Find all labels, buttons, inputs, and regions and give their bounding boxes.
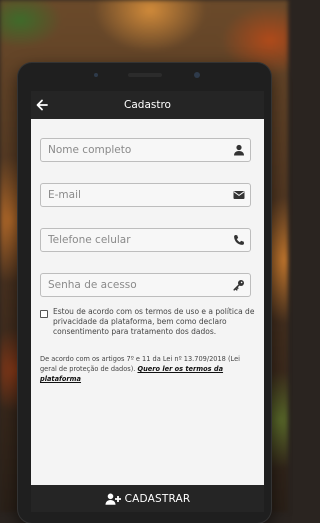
envelope-icon	[233, 191, 245, 199]
phone-input[interactable]	[48, 229, 223, 251]
phone-field[interactable]	[40, 228, 251, 252]
name-field[interactable]	[40, 138, 251, 162]
back-arrow-icon[interactable]	[35, 98, 49, 112]
password-input[interactable]	[48, 274, 223, 296]
password-field[interactable]	[40, 273, 251, 297]
register-button[interactable]: CADASTRAR	[31, 485, 264, 512]
email-field[interactable]	[40, 183, 251, 207]
sensor	[94, 73, 98, 77]
app-bar: Cadastro	[31, 91, 264, 119]
page-title: Cadastro	[124, 99, 171, 111]
key-icon	[233, 280, 244, 291]
user-icon	[234, 144, 244, 156]
email-input[interactable]	[48, 184, 223, 206]
lgpd-notice: De acordo com os artigos 7º e 11 da Lei …	[40, 354, 255, 384]
register-label: CADASTRAR	[124, 492, 191, 505]
user-plus-icon	[105, 493, 121, 505]
terms-checkbox[interactable]	[40, 310, 48, 318]
app-screen: Cadastro Estou de acordo com os termos d	[31, 91, 264, 512]
speaker-grille	[128, 73, 162, 77]
name-input[interactable]	[48, 139, 223, 161]
front-camera	[194, 72, 200, 78]
terms-label: Estou de acordo com os termos de uso e a…	[53, 307, 255, 336]
phone-icon	[234, 235, 244, 245]
